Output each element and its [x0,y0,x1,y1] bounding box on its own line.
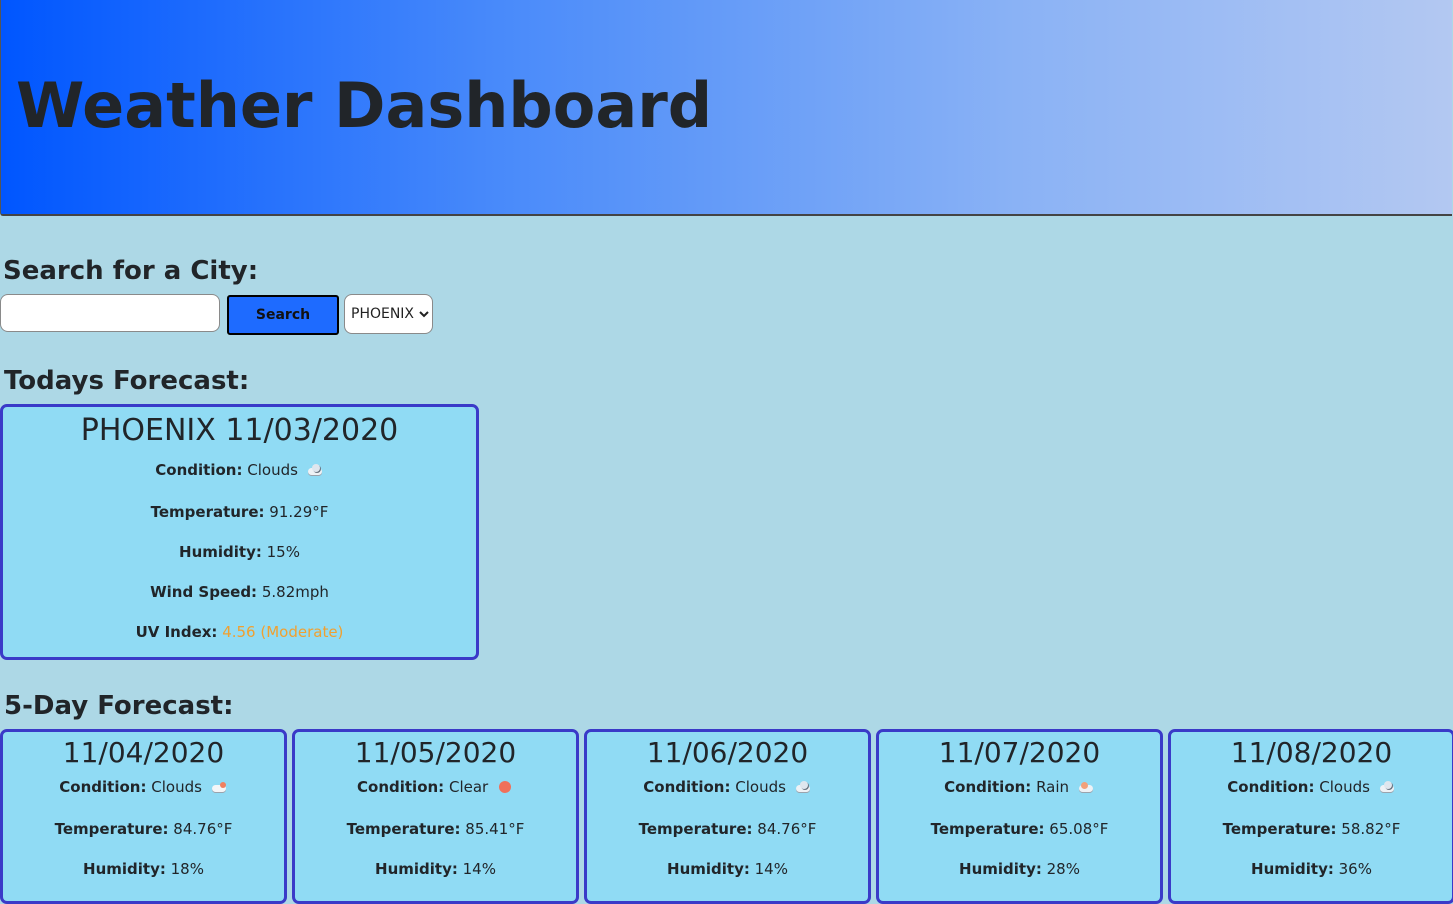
temperature-value: 84.76°F [757,820,817,838]
condition-value: Clouds [151,778,202,796]
forecast-date: 11/05/2020 [354,736,517,769]
temperature-label: Temperature: [638,820,753,838]
clouds-icon [794,781,812,793]
today-humidity-row: Humidity: 15% [3,542,476,562]
temperature-value: 91.29°F [269,503,329,521]
search-button[interactable]: Search [227,295,339,335]
forecast-condition-row: Condition: Clouds [3,777,284,797]
forecast-temperature-row: Temperature: 65.08°F [879,819,1160,839]
humidity-label: Humidity: [667,860,750,878]
temperature-label: Temperature: [54,820,169,838]
forecast-card-day-5: 11/08/2020 Condition: Clouds Temperature… [1168,729,1453,904]
humidity-label: Humidity: [375,860,458,878]
forecast-humidity-row: Humidity: 18% [3,859,284,879]
humidity-value: 14% [754,860,788,878]
condition-label: Condition: [357,778,445,796]
forecast-condition-row: Condition: Rain [879,777,1160,797]
condition-value: Clouds [1319,778,1370,796]
forecast-humidity-row: Humidity: 36% [1171,859,1452,879]
condition-value: Clouds [247,461,298,479]
temperature-label: Temperature: [150,503,265,521]
clouds-icon [1378,781,1396,793]
condition-label: Condition: [944,778,1032,796]
forecast-humidity-row: Humidity: 14% [587,859,868,879]
forecast-condition-row: Condition: Clouds [587,777,868,797]
temperature-label: Temperature: [930,820,1045,838]
temperature-value: 65.08°F [1049,820,1109,838]
five-day-forecast-heading: 5-Day Forecast: [4,691,234,721]
saved-city-select[interactable]: PHOENIX [344,294,433,334]
sun-icon [496,781,514,793]
forecast-temperature-row: Temperature: 84.76°F [587,819,868,839]
forecast-temperature-row: Temperature: 58.82°F [1171,819,1452,839]
humidity-value: 14% [462,860,496,878]
temperature-label: Temperature: [1222,820,1337,838]
today-temperature-row: Temperature: 91.29°F [3,502,476,522]
temperature-value: 58.82°F [1341,820,1401,838]
condition-value: Clouds [735,778,786,796]
humidity-value: 36% [1338,860,1372,878]
clouds-sun-icon [210,781,228,793]
uv-index-label: UV Index: [135,623,218,641]
condition-label: Condition: [59,778,147,796]
clouds-icon [306,464,324,476]
condition-label: Condition: [155,461,243,479]
forecast-card-day-4: 11/07/2020 Condition: Rain Temperature: … [876,729,1163,904]
forecast-condition-row: Condition: Clouds [1171,777,1452,797]
rain-icon [1077,781,1095,793]
wind-speed-value: 5.82mph [261,583,329,601]
forecast-date: 11/07/2020 [938,736,1101,769]
header-banner: Weather Dashboard [0,0,1452,216]
today-uv-row: UV Index: 4.56 (Moderate) [3,622,476,642]
humidity-value: 15% [266,543,300,561]
condition-label: Condition: [1227,778,1315,796]
forecast-humidity-row: Humidity: 14% [295,859,576,879]
humidity-value: 28% [1046,860,1080,878]
forecast-date: 11/04/2020 [62,736,225,769]
humidity-label: Humidity: [1251,860,1334,878]
forecast-condition-row: Condition: Clear [295,777,576,797]
temperature-label: Temperature: [346,820,461,838]
page-title: Weather Dashboard [16,69,713,142]
forecast-humidity-row: Humidity: 28% [879,859,1160,879]
condition-value: Rain [1036,778,1070,796]
today-condition-row: Condition: Clouds [3,460,476,480]
today-city-date: PHOENIX 11/03/2020 [80,413,399,448]
temperature-value: 84.76°F [173,820,233,838]
forecast-card-day-2: 11/05/2020 Condition: Clear Temperature:… [292,729,579,904]
humidity-label: Humidity: [83,860,166,878]
condition-label: Condition: [643,778,731,796]
uv-index-value: 4.56 (Moderate) [222,623,344,641]
today-wind-row: Wind Speed: 5.82mph [3,582,476,602]
forecast-date: 11/06/2020 [646,736,809,769]
todays-forecast-card: PHOENIX 11/03/2020 Condition: Clouds Tem… [0,404,479,660]
forecast-card-day-3: 11/06/2020 Condition: Clouds Temperature… [584,729,871,904]
wind-speed-label: Wind Speed: [150,583,258,601]
search-heading: Search for a City: [3,256,259,286]
humidity-label: Humidity: [179,543,262,561]
temperature-value: 85.41°F [465,820,525,838]
forecast-date: 11/08/2020 [1230,736,1393,769]
humidity-value: 18% [170,860,204,878]
todays-forecast-heading: Todays Forecast: [4,366,250,396]
humidity-label: Humidity: [959,860,1042,878]
forecast-temperature-row: Temperature: 85.41°F [295,819,576,839]
city-search-input[interactable] [0,294,220,332]
forecast-card-day-1: 11/04/2020 Condition: Clouds Temperature… [0,729,287,904]
condition-value: Clear [448,778,489,796]
forecast-temperature-row: Temperature: 84.76°F [3,819,284,839]
